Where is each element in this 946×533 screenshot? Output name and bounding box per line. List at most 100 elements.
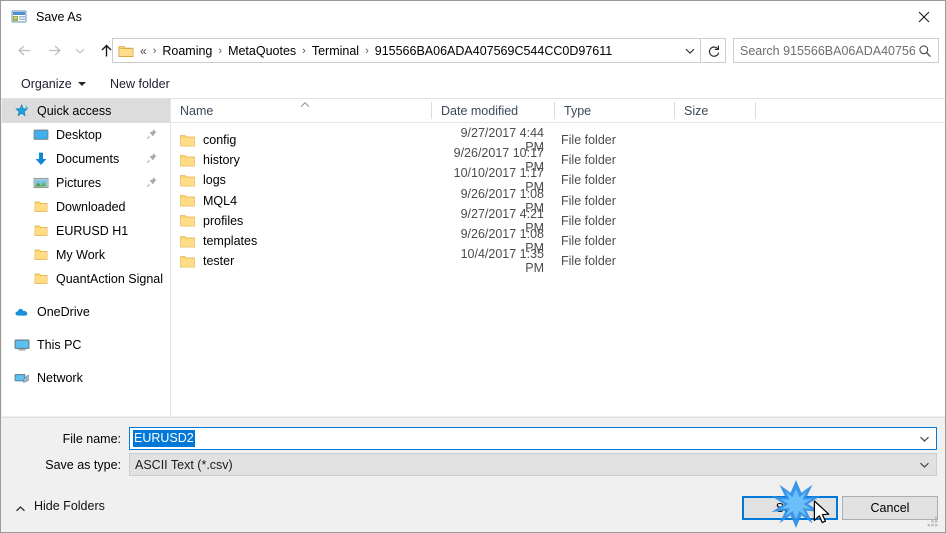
file-name-cell: logs (180, 173, 226, 187)
file-type-cell: File folder (561, 213, 616, 228)
sidebar-item-my-work[interactable]: My Work (2, 243, 170, 267)
table-row[interactable]: profiles 9/27/2017 4:21 PM File folder (171, 207, 945, 235)
pin-icon[interactable] (146, 128, 158, 140)
file-name-input[interactable]: EURUSD2 (129, 427, 937, 450)
column-header-label: Name (180, 103, 214, 118)
pin-icon[interactable] (146, 176, 158, 188)
breadcrumb-item-instance[interactable]: 915566BA06ADA407569C544CC0D97611 (373, 42, 614, 60)
table-row[interactable]: config 9/27/2017 4:44 PM File folder (171, 126, 945, 154)
sidebar-item-eurusd-h1[interactable]: EURUSD H1 (2, 219, 170, 243)
sidebar-item-label: Network (37, 371, 83, 385)
file-name-label: tester (203, 254, 235, 269)
save-as-type-select[interactable]: ASCII Text (*.csv) (129, 453, 937, 476)
table-row[interactable]: logs 10/10/2017 1:17 PM File folder (171, 166, 945, 194)
file-name-cell: profiles (180, 214, 243, 228)
file-name-cell: config (180, 133, 236, 147)
sidebar-item-label: Documents (56, 152, 120, 166)
table-row[interactable]: history 9/26/2017 10:17 PM File folder (171, 146, 945, 174)
sidebar-item-label: Downloaded (56, 200, 126, 214)
folder-icon (180, 154, 195, 167)
folder-icon (180, 134, 195, 147)
sidebar-item-label: QuantAction Signal (56, 272, 164, 286)
file-name-label: config (203, 133, 237, 148)
address-bar[interactable]: « › Roaming › MetaQuotes › Terminal › 91… (112, 38, 701, 63)
save-as-dialog: Save As « › Roaming › MetaQuotes › Termi… (0, 0, 946, 533)
column-divider[interactable] (755, 102, 756, 119)
file-date-cell: 10/4/2017 1:35 PM (460, 247, 544, 276)
file-rows: config 9/27/2017 4:44 PM File folder his… (171, 123, 945, 275)
back-button[interactable] (9, 36, 39, 66)
column-header-label: Size (684, 103, 709, 118)
file-type-cell: File folder (561, 173, 616, 188)
search-box[interactable]: Search 915566BA06ADA40756... (733, 38, 939, 63)
search-input[interactable]: Search 915566BA06ADA40756... (740, 44, 915, 58)
folder-icon (33, 223, 49, 239)
sidebar-item-desktop[interactable]: Desktop (2, 123, 170, 147)
sidebar-item-pictures[interactable]: Pictures (2, 171, 170, 195)
sidebar-item-quick-access[interactable]: Quick access (2, 99, 170, 123)
navigation-pane: Quick access Desktop Documents Pictures … (2, 99, 170, 416)
sidebar-item-network[interactable]: Network (2, 366, 170, 390)
sidebar-item-documents[interactable]: Documents (2, 147, 170, 171)
file-name-label: MQL4 (203, 193, 238, 208)
chevron-down-icon[interactable] (916, 454, 932, 475)
organize-button[interactable]: Organize (15, 74, 92, 94)
folder-icon (180, 255, 195, 268)
folder-icon (118, 44, 134, 58)
sidebar-item-label: Pictures (56, 176, 102, 190)
new-folder-button[interactable]: New folder (104, 74, 176, 94)
breadcrumb-overflow[interactable]: « (138, 42, 149, 60)
sort-ascending-icon (299, 98, 311, 107)
refresh-button[interactable] (702, 38, 726, 63)
file-name-cell: MQL4 (180, 194, 237, 208)
sidebar-item-quantaction-signal[interactable]: QuantAction Signal (2, 267, 170, 291)
file-name-cell: history (180, 153, 240, 167)
pin-icon[interactable] (146, 152, 158, 164)
column-header-type[interactable]: Type (555, 99, 674, 122)
breadcrumb-item-roaming[interactable]: Roaming (160, 42, 214, 60)
hide-folders-button[interactable]: Hide Folders (15, 499, 105, 513)
forward-button[interactable] (39, 36, 69, 66)
column-header-size[interactable]: Size (675, 99, 755, 122)
folder-icon (33, 271, 49, 287)
sidebar-item-this-pc[interactable]: This PC (2, 333, 170, 357)
cancel-button[interactable]: Cancel (842, 496, 938, 520)
table-row[interactable]: tester 10/4/2017 1:35 PM File folder (171, 247, 945, 275)
table-row[interactable]: MQL4 9/26/2017 1:08 PM File folder (171, 187, 945, 215)
breadcrumb-separator: › (365, 44, 369, 57)
column-header-label: Date modified (441, 103, 519, 118)
sidebar-item-onedrive[interactable]: OneDrive (2, 300, 170, 324)
cancel-label: Cancel (870, 501, 910, 515)
pictures-icon (33, 175, 49, 191)
sidebar-item-label: EURUSD H1 (56, 224, 129, 238)
file-name-label: history (203, 153, 240, 168)
star-pin-icon (14, 103, 30, 119)
close-button[interactable] (901, 1, 945, 32)
save-label: Save (775, 501, 805, 515)
column-header-name[interactable]: Name (171, 99, 431, 122)
table-row[interactable]: templates 9/26/2017 1:08 PM File folder (171, 227, 945, 255)
breadcrumb-item-terminal[interactable]: Terminal (310, 42, 361, 60)
sidebar-item-label: OneDrive (37, 305, 90, 319)
breadcrumb-separator: › (302, 44, 306, 57)
file-name-cell: tester (180, 254, 234, 268)
new-folder-label: New folder (110, 77, 170, 91)
save-as-type-label: Save as type: (45, 458, 121, 472)
file-name-label: File name: (62, 432, 121, 446)
chevron-down-icon[interactable] (916, 428, 932, 449)
file-type-cell: File folder (561, 133, 616, 148)
save-button[interactable]: Save (742, 496, 838, 520)
address-dropdown-button[interactable] (680, 39, 700, 62)
column-header-label: Type (564, 103, 592, 118)
sidebar-item-label: My Work (56, 248, 106, 262)
folder-icon (33, 199, 49, 215)
title-bar: Save As (1, 1, 945, 32)
recent-locations-button[interactable] (69, 36, 91, 66)
resize-grip-icon[interactable] (926, 515, 940, 529)
column-header-date-modified[interactable]: Date modified (432, 99, 554, 122)
sidebar-item-downloaded[interactable]: Downloaded (2, 195, 170, 219)
breadcrumb-item-metaquotes[interactable]: MetaQuotes (226, 42, 298, 60)
file-name-label: logs (203, 173, 226, 188)
